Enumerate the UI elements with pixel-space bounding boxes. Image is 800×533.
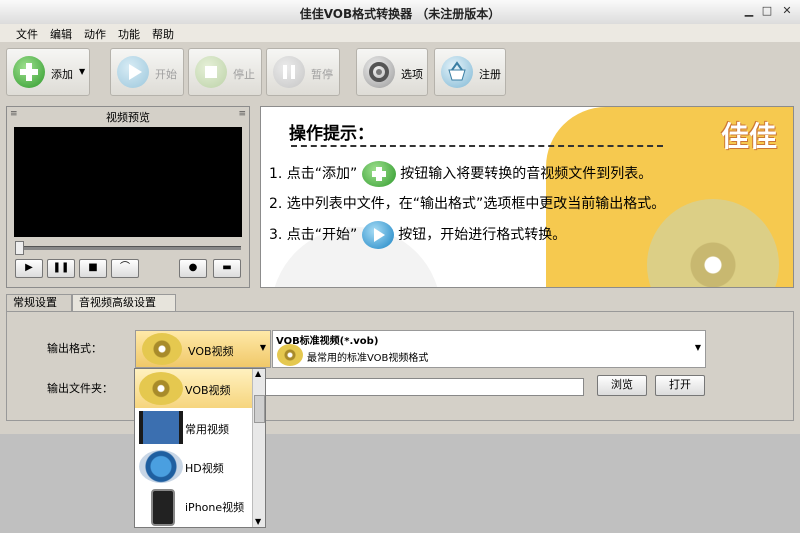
dropdown-item-hd-video[interactable]: HD视频 [135, 447, 253, 486]
stop-button[interactable]: 停止 [188, 48, 262, 96]
output-format-value: VOB视频 [188, 345, 234, 358]
loop-icon: ⌒ [120, 262, 130, 273]
tip-step-1-text: 1. 点击“添加” [269, 166, 358, 182]
open-folder-button[interactable]: ▬ [213, 259, 241, 278]
stop-label: 停止 [233, 68, 255, 81]
start-label: 开始 [155, 68, 177, 81]
seek-bar[interactable] [15, 246, 241, 250]
tip-step-2: 2. 选中列表中文件，在“输出格式”选项框中更改当前输出格式。 [269, 196, 666, 212]
gear-icon [363, 56, 395, 88]
chevron-up-icon[interactable]: ▲ [255, 369, 261, 378]
menu-edit[interactable]: 编辑 [50, 26, 72, 42]
output-folder-input[interactable] [265, 378, 584, 396]
format-dropdown-list: VOB视频 常用视频 HD视频 iPhone视频 ▲ ▼ [134, 368, 266, 528]
tip-step-1: 1. 点击“添加” 按钮输入将要转换的音视频文件到列表。 [269, 161, 652, 187]
play-icon [361, 221, 394, 249]
panel-grip-icon[interactable]: ≡ [238, 109, 246, 119]
dropdown-item-label: iPhone视频 [185, 501, 245, 514]
add-label: 添加 [51, 68, 73, 81]
options-button[interactable]: 选项 [356, 48, 428, 96]
pause-icon: ❚❚ [52, 262, 70, 273]
dropdown-item-iphone-video[interactable]: iPhone视频 [135, 486, 253, 526]
format-description-box[interactable]: VOB标准视频(*.vob) 最常用的标准VOB视频格式 ▼ [272, 330, 706, 368]
seek-handle[interactable] [15, 241, 24, 255]
tip-step-3-text-end: 按钮，开始进行格式转换。 [398, 227, 567, 243]
tab-advanced-settings[interactable]: 音视频高级设置 [72, 294, 176, 312]
open-button[interactable]: 打开 [655, 375, 705, 396]
menu-action[interactable]: 动作 [84, 26, 106, 42]
browse-button[interactable]: 浏览 [597, 375, 647, 396]
start-button[interactable]: 开始 [110, 48, 184, 96]
tips-panel: 佳佳 操作提示： 1. 点击“添加” 按钮输入将要转换的音视频文件到列表。 2.… [260, 106, 794, 288]
stop-icon [195, 56, 227, 88]
video-preview-panel: ≡ 视频预览 ≡ ▶ ❚❚ ■ ⌒ ● ▬ [6, 106, 250, 288]
preview-title: 视频预览 [106, 111, 150, 124]
pause-label: 暂停 [311, 68, 333, 81]
menu-function[interactable]: 功能 [118, 26, 140, 42]
vob-disc-icon [277, 344, 303, 366]
vob-disc-icon [139, 372, 183, 405]
plus-icon [13, 56, 45, 88]
tips-divider [291, 145, 663, 147]
chevron-down-icon[interactable]: ▼ [695, 343, 701, 352]
menu-help[interactable]: 帮助 [152, 26, 174, 42]
dropdown-scrollbar[interactable]: ▲ ▼ [252, 369, 265, 527]
snapshot-button[interactable]: ● [179, 259, 207, 278]
tips-heading: 操作提示： [289, 124, 374, 144]
brand-logo: 佳佳 [720, 120, 777, 153]
vob-disc-icon [142, 333, 182, 365]
tip-step-3-text: 3. 点击“开始” [269, 227, 358, 243]
play-icon [117, 56, 149, 88]
toolbar: 添加 ▼ 开始 停止 暂停 选项 注册 [0, 42, 800, 100]
dropdown-item-vob[interactable]: VOB视频 [135, 369, 253, 408]
film-icon [139, 411, 183, 444]
pause-icon [273, 56, 305, 88]
add-button[interactable]: 添加 ▼ [6, 48, 90, 96]
loop-button[interactable]: ⌒ [111, 259, 139, 278]
dropdown-item-label: 常用视频 [185, 423, 229, 436]
tip-step-1-text-end: 按钮输入将要转换的音视频文件到列表。 [400, 166, 653, 182]
output-folder-label: 输出文件夹： [47, 382, 113, 395]
plus-icon [361, 161, 396, 187]
maximize-button[interactable]: □ [760, 4, 774, 18]
play-button[interactable]: ▶ [15, 259, 43, 278]
output-format-label: 输出格式： [47, 342, 102, 355]
dropdown-item-common-video[interactable]: 常用视频 [135, 408, 253, 447]
tip-step-3: 3. 点击“开始” 按钮，开始进行格式转换。 [269, 221, 566, 249]
minimize-button[interactable]: ▁ [742, 4, 756, 18]
title-bar: 佳佳VOB格式转换器 （未注册版本） ▁ □ ✕ [0, 0, 800, 25]
stop-icon: ■ [88, 262, 98, 273]
menu-file[interactable]: 文件 [16, 26, 38, 42]
chevron-down-icon[interactable]: ▼ [255, 517, 261, 526]
scrollbar-thumb[interactable] [254, 395, 265, 423]
pause-button[interactable]: 暂停 [266, 48, 340, 96]
iphone-icon [151, 489, 175, 526]
format-description-text: 最常用的标准VOB视频格式 [307, 353, 429, 364]
close-button[interactable]: ✕ [780, 4, 794, 18]
play-icon: ▶ [25, 262, 33, 273]
chevron-down-icon[interactable]: ▼ [260, 343, 266, 352]
video-screen [14, 127, 242, 237]
register-button[interactable]: 注册 [434, 48, 506, 96]
chevron-down-icon[interactable]: ▼ [79, 67, 85, 76]
pause-playback-button[interactable]: ❚❚ [47, 259, 75, 278]
stop-playback-button[interactable]: ■ [79, 259, 107, 278]
register-label: 注册 [479, 68, 501, 81]
window-title: 佳佳VOB格式转换器 （未注册版本） [299, 7, 501, 21]
options-label: 选项 [401, 68, 423, 81]
menu-bar: 文件 编辑 动作 功能 帮助 [0, 24, 800, 42]
folder-icon: ▬ [222, 262, 232, 273]
main-window: 佳佳VOB格式转换器 （未注册版本） ▁ □ ✕ 文件 编辑 动作 功能 帮助 … [0, 0, 800, 434]
output-format-select[interactable]: VOB视频 ▼ [135, 330, 271, 368]
dropdown-item-label: VOB视频 [185, 384, 231, 397]
basket-icon [441, 56, 473, 88]
dropdown-item-label: HD视频 [185, 462, 224, 475]
settings-panel: 输出格式： VOB视频 ▼ VOB标准视频(*.vob) 最常用的标准VOB视频… [6, 311, 794, 421]
camera-icon: ● [188, 262, 198, 273]
hd-play-icon [139, 450, 183, 483]
